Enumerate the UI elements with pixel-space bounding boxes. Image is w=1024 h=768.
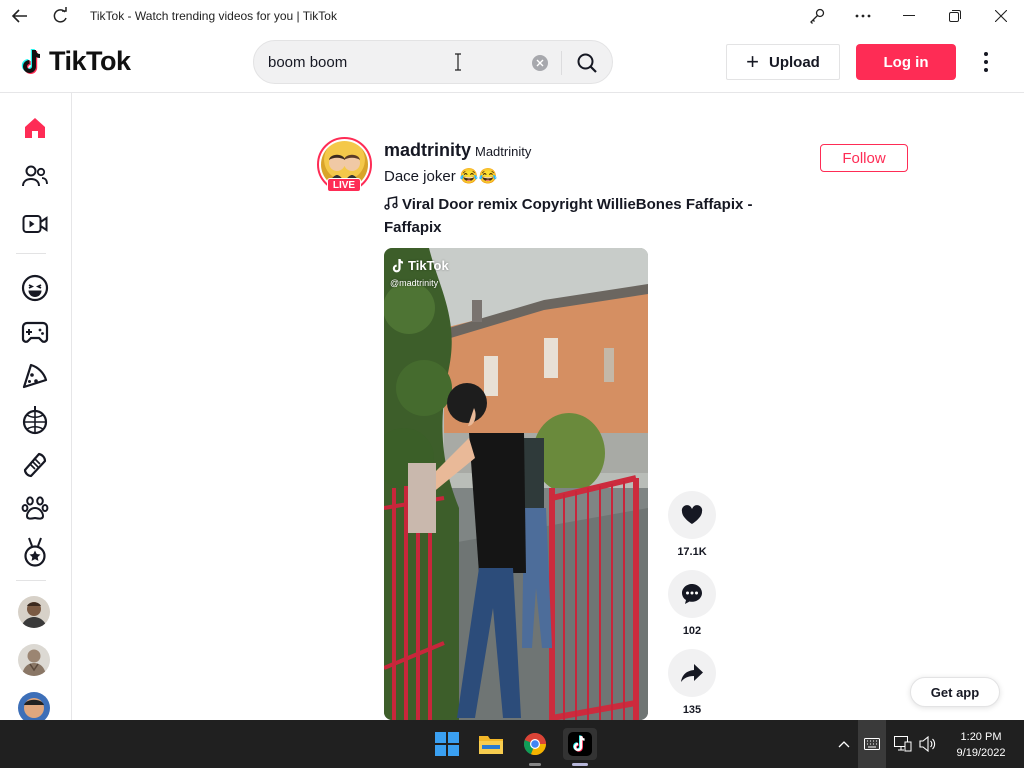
login-button[interactable]: Log in (856, 44, 956, 80)
suggested-account-avatar[interactable] (18, 644, 50, 676)
windows-taskbar: 1:20 PM 9/19/2022 (0, 720, 1024, 768)
search-bar[interactable] (253, 40, 613, 84)
minimize-icon[interactable] (886, 0, 932, 32)
network-icon[interactable] (893, 734, 913, 754)
author-nickname[interactable]: Madtrinity (475, 144, 531, 159)
video-description: Dace joker 😂😂 (384, 168, 498, 185)
sports-icon[interactable] (16, 533, 54, 571)
home-icon[interactable] (16, 109, 54, 147)
upload-button[interactable]: + Upload (726, 44, 840, 80)
chevron-up-icon[interactable] (834, 734, 854, 754)
close-icon[interactable] (978, 0, 1024, 32)
following-icon[interactable] (16, 157, 54, 195)
keyboard-icon[interactable] (858, 720, 886, 768)
left-sidebar (0, 93, 72, 724)
chrome-running-indicator (529, 763, 541, 766)
start-icon[interactable] (431, 728, 463, 760)
live-icon[interactable] (16, 205, 54, 243)
video-player[interactable]: TikTok @madtrinity (384, 248, 648, 720)
tiktok-note-icon (21, 48, 41, 74)
music-link[interactable]: Viral Door remix Copyright WillieBones F… (384, 193, 764, 239)
heart-icon (681, 505, 703, 524)
window-titlebar: TikTok - Watch trending videos for you |… (0, 0, 1024, 32)
restore-icon[interactable] (932, 0, 978, 32)
music-title: Viral Door remix Copyright WillieBones F… (384, 196, 753, 236)
dance-icon[interactable] (16, 401, 54, 439)
suggested-account-avatar[interactable] (18, 596, 50, 628)
watermark-logo: TikTok (392, 258, 449, 273)
author-username[interactable]: madtrinity (384, 140, 471, 161)
logo-text: TikTok (49, 46, 131, 76)
settings-menu-icon[interactable] (976, 48, 996, 76)
sidebar-divider (16, 580, 46, 581)
upload-label: Upload (769, 53, 820, 71)
search-icon[interactable] (572, 49, 602, 77)
video-frame (384, 248, 648, 720)
gaming-icon[interactable] (16, 313, 54, 351)
site-header: TikTok + Upload Log in (0, 32, 1024, 93)
clear-search-icon[interactable] (532, 55, 548, 71)
system-clock[interactable]: 1:20 PM 9/19/2022 (946, 729, 1016, 761)
follow-button[interactable]: Follow (820, 144, 908, 172)
plus-icon: + (746, 49, 759, 74)
search-divider (561, 51, 562, 75)
comment-icon (682, 584, 702, 604)
like-count: 17.1K (677, 546, 707, 558)
like-button[interactable] (668, 491, 716, 539)
music-note-icon (384, 196, 398, 210)
window-title: TikTok - Watch trending videos for you |… (90, 9, 337, 23)
refresh-icon[interactable] (40, 0, 80, 32)
more-options-icon[interactable] (840, 0, 886, 32)
live-badge: LIVE (327, 178, 361, 192)
tiktok-active-indicator (572, 763, 588, 766)
watermark-logo-text: TikTok (408, 258, 449, 273)
share-button[interactable] (668, 649, 716, 697)
tiktok-app-icon[interactable] (563, 728, 597, 760)
share-count: 135 (682, 704, 702, 716)
get-app-button[interactable]: Get app (910, 677, 1000, 707)
watermark-handle: @madtrinity (390, 278, 439, 288)
sidebar-divider (16, 253, 46, 254)
text-cursor-icon (455, 53, 461, 71)
volume-icon[interactable] (918, 734, 938, 754)
tiktok-logo[interactable]: TikTok (20, 46, 131, 77)
food-icon[interactable] (16, 357, 54, 395)
beauty-icon[interactable] (16, 445, 54, 483)
key-icon[interactable] (794, 0, 840, 32)
back-icon[interactable] (0, 0, 40, 32)
clock-time: 1:20 PM (960, 731, 1002, 743)
share-icon (681, 664, 703, 682)
comedy-icon[interactable] (16, 269, 54, 307)
tiktok-note-icon (392, 258, 404, 273)
comment-button[interactable] (668, 570, 716, 618)
file-explorer-icon[interactable] (475, 728, 507, 760)
search-input[interactable] (254, 42, 504, 82)
animals-icon[interactable] (16, 489, 54, 527)
chrome-icon[interactable] (519, 728, 551, 760)
comment-count: 102 (682, 625, 702, 637)
clock-date: 9/19/2022 (956, 747, 1006, 759)
